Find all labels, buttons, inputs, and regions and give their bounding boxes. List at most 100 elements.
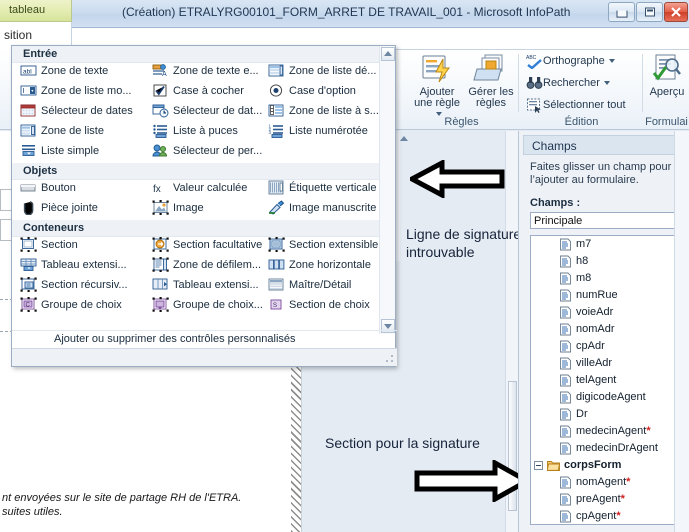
field-tree-node[interactable]: digicodeAgent	[531, 389, 689, 406]
gallery-item-section-de-choix[interactable]: S Section de choix	[268, 297, 388, 317]
gallery-item-section-facultative[interactable]: Section facultative	[152, 237, 270, 257]
manage-rules-label-2: règles	[476, 97, 506, 109]
chevron-down-icon[interactable]	[608, 59, 615, 63]
add-rule-button[interactable]: Ajouter une règle	[406, 53, 468, 121]
gallery-item-bouton[interactable]: Bouton	[20, 180, 148, 200]
gallery-item-liste-puces[interactable]: Liste à puces	[152, 123, 270, 143]
gallery-item-label: Tableau extensi...	[41, 259, 127, 271]
gallery-item-label: Tableau extensi...	[173, 279, 259, 291]
gallery-item-image-manuscrite[interactable]: Image manuscrite	[268, 200, 388, 220]
gallery-item-valeur-calcul-e[interactable]: fx Valeur calculée	[152, 180, 270, 200]
field-icon	[559, 272, 572, 285]
gallery-item-label: Image	[173, 202, 204, 214]
field-icon	[559, 357, 572, 370]
ribbon-group-form-label: Formulai	[645, 116, 688, 128]
manage-rules-button[interactable]: Gérer les règles	[460, 53, 522, 109]
field-tree-node[interactable]: cpAgent*	[531, 508, 689, 524]
task-pane-scrollbar[interactable]	[674, 131, 689, 532]
gallery-item-liste-num-rot-e[interactable]: 1 2 3 Liste numérotée	[268, 123, 388, 143]
ribbon-tab-tableau[interactable]: tableau	[0, 0, 72, 22]
close-button[interactable]	[664, 2, 688, 22]
field-tree-node[interactable]: villeAdr	[531, 355, 689, 372]
field-tree-node[interactable]: Dr	[531, 406, 689, 423]
datepicker-icon	[20, 103, 37, 118]
field-tree-node[interactable]: m8	[531, 270, 689, 287]
gallery-item-groupe-de-choix[interactable]: C Groupe de choix	[20, 297, 148, 317]
gallery-item-section-r-cursiv[interactable]: Section récursiv...	[20, 277, 148, 297]
chevron-down-icon[interactable]	[603, 81, 610, 85]
gallery-item-s-lecteur-de-dat[interactable]: Sélecteur de dat...	[152, 103, 270, 123]
select-all-button[interactable]: Sélectionner tout	[526, 97, 626, 117]
checkbox-icon	[152, 83, 169, 98]
gallery-section-header-entrée: Entrée	[12, 46, 395, 63]
data-source-select[interactable]: Principale	[530, 212, 689, 229]
preview-button[interactable]: Aperçu	[636, 53, 689, 98]
field-tree-node-label: cpAgent*	[576, 510, 621, 522]
svg-text:ABC: ABC	[526, 55, 537, 61]
repeating-choice-group-icon	[152, 297, 169, 313]
gallery-item-zone-de-liste[interactable]: Zone de liste	[20, 123, 148, 143]
gallery-row: Pièce jointe Image Image manuscrite	[12, 200, 395, 220]
gallery-row: Section récursiv... Tableau extensi... Maî…	[12, 277, 395, 297]
gallery-item-section-extensible[interactable]: Section extensible	[268, 237, 388, 257]
field-tree-node-label: telAgent	[576, 374, 617, 386]
gallery-item-groupe-de-choix[interactable]: Groupe de choix...	[152, 297, 270, 317]
field-tree-node[interactable]: h8	[531, 253, 689, 270]
combobox-icon: I	[20, 83, 37, 98]
field-tree-node[interactable]: medecinDrAgent	[531, 440, 689, 457]
gallery-item-case-cocher[interactable]: Case à cocher	[152, 83, 270, 103]
add-remove-custom-controls-button[interactable]: Ajouter ou supprimer des contrôles perso…	[12, 330, 397, 348]
scroll-up-arrow-icon[interactable]	[381, 47, 395, 61]
field-tree-node[interactable]: preAgent*	[531, 491, 689, 508]
field-tree-node-label: medecinDrAgent	[576, 442, 658, 454]
scroll-up-arrow-icon[interactable]	[400, 136, 408, 141]
spelling-button[interactable]: ABC Orthographe	[526, 53, 615, 73]
controls-gallery-popup[interactable]: Entrée abl Zone de texte A Zone de texte e..…	[11, 45, 397, 367]
gallery-item--tiquette-verticale[interactable]: Étiquette verticale	[268, 180, 388, 200]
gallery-item-s-lecteur-de-dates[interactable]: Sélecteur de dates	[20, 103, 148, 123]
gallery-item-s-lecteur-de-per[interactable]: Sélecteur de per...	[152, 143, 270, 163]
gallery-item-liste-simple[interactable]: Liste simple	[20, 143, 148, 163]
field-tree-node[interactable]: numRue	[531, 287, 689, 304]
maximize-button[interactable]	[636, 2, 663, 22]
resize-gripper[interactable]	[386, 355, 394, 363]
svg-text:fx: fx	[153, 184, 161, 195]
gallery-item-zone-de-texte[interactable]: abl Zone de texte	[20, 63, 148, 83]
field-tree-node-label: Dr	[576, 408, 588, 420]
gallery-row: Sélecteur de dates Sélecteur de dat... Zon…	[12, 103, 395, 123]
gallery-item-label: Bouton	[41, 182, 76, 194]
field-tree-node[interactable]: m7	[531, 236, 689, 253]
field-tree-node[interactable]: nomAdr	[531, 321, 689, 338]
gallery-item-label: Liste à puces	[173, 125, 238, 137]
minimize-button[interactable]	[608, 2, 635, 22]
gallery-item-image[interactable]: Image	[152, 200, 270, 220]
gallery-item-zone-de-d-filem[interactable]: Zone de défilem...	[152, 257, 270, 277]
field-tree-node[interactable]: telAgent	[531, 372, 689, 389]
gallery-scrollbar[interactable]	[379, 46, 395, 334]
right-arrow-icon	[414, 460, 529, 502]
gallery-item-case-d-option[interactable]: Case d'option	[268, 83, 388, 103]
gallery-item-section[interactable]: Section	[20, 237, 148, 257]
fields-tree[interactable]: m7 h8 m8 numRue voieAdr nomAdr cpAdr villeAdr te…	[530, 235, 689, 525]
gallery-item-pi-ce-jointe[interactable]: Pièce jointe	[20, 200, 148, 220]
recursive-section-icon	[20, 277, 37, 293]
field-tree-node[interactable]: nomAgent*	[531, 474, 689, 491]
field-tree-node[interactable]: cpAdr	[531, 338, 689, 355]
field-tree-node[interactable]: voieAdr	[531, 304, 689, 321]
field-tree-node[interactable]: medecinAgent*	[531, 423, 689, 440]
collapse-expander-icon[interactable]	[534, 461, 543, 470]
gallery-item-zone-de-liste-d[interactable]: Zone de liste dé...	[268, 63, 388, 83]
gallery-item-ma-tre-d-tail[interactable]: Maître/Détail	[268, 277, 388, 297]
gallery-item-tableau-extensi[interactable]: Tableau extensi...	[20, 257, 148, 277]
ribbon-group-rules: Ajouter une règle Gérer les règles Règle…	[404, 50, 519, 130]
gallery-item-zone-de-liste-mo[interactable]: I Zone de liste mo...	[20, 83, 148, 103]
find-button[interactable]: Rechercher	[526, 75, 610, 95]
gallery-item-zone-de-liste-s[interactable]: Zone de liste à s...	[268, 103, 388, 123]
gallery-row: abl Zone de texte A Zone de texte e... Zone …	[12, 63, 395, 83]
gallery-item-zone-de-texte-e[interactable]: A Zone de texte e...	[152, 63, 270, 83]
gallery-item-tableau-extensi[interactable]: Tableau extensi...	[152, 277, 270, 297]
field-tree-node[interactable]: corpsForm	[531, 457, 689, 474]
field-icon	[559, 510, 572, 523]
ribbon-tab-disposition-label: sition	[4, 28, 33, 42]
gallery-item-zone-horizontale[interactable]: Zone horizontale	[268, 257, 388, 277]
